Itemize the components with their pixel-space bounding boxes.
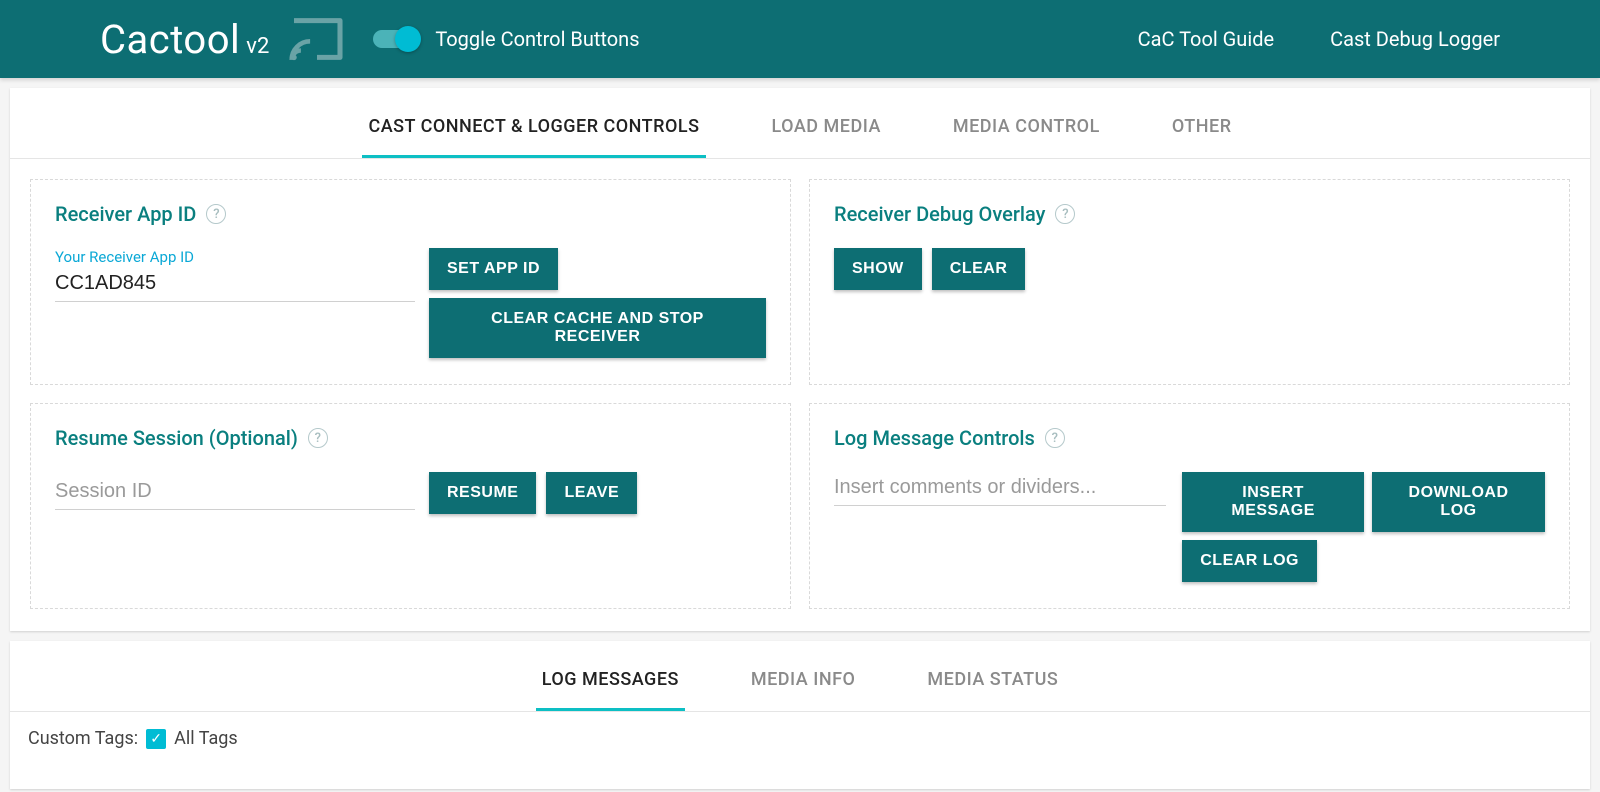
tab-media-control[interactable]: MEDIA CONTROL — [947, 106, 1106, 158]
log-message-input[interactable] — [834, 472, 1166, 506]
lower-panel: LOG MESSAGES MEDIA INFO MEDIA STATUS Cus… — [10, 641, 1590, 789]
card-title: Receiver Debug Overlay ? — [834, 202, 1545, 226]
main-tabs: CAST CONNECT & LOGGER CONTROLS LOAD MEDI… — [10, 88, 1590, 159]
all-tags-label: All Tags — [174, 728, 238, 749]
help-icon[interactable]: ? — [1045, 428, 1065, 448]
title-text: Receiver App ID — [55, 202, 196, 226]
logo: Cactool v2 — [100, 16, 269, 63]
help-icon[interactable]: ? — [308, 428, 328, 448]
card-debug-overlay: Receiver Debug Overlay ? SHOW CLEAR — [809, 179, 1570, 385]
field-label: Your Receiver App ID — [55, 248, 415, 266]
cards-area: Receiver App ID ? Your Receiver App ID S… — [10, 159, 1590, 631]
logo-text: Cactool — [100, 16, 240, 63]
main-panel: CAST CONNECT & LOGGER CONTROLS LOAD MEDI… — [10, 88, 1590, 631]
session-id-input[interactable] — [55, 476, 415, 510]
card-title: Receiver App ID ? — [55, 202, 766, 226]
card-log-controls: Log Message Controls ? INSERT MESSAGE DO… — [809, 403, 1570, 609]
custom-tags-label: Custom Tags: — [28, 728, 138, 749]
tab-log-messages[interactable]: LOG MESSAGES — [536, 659, 685, 711]
toggle-control-buttons[interactable]: Toggle Control Buttons — [373, 27, 639, 51]
title-text: Receiver Debug Overlay — [834, 202, 1045, 226]
header-links: CaC Tool Guide Cast Debug Logger — [1138, 27, 1560, 51]
toggle-switch[interactable] — [373, 30, 417, 48]
logo-version: v2 — [246, 34, 269, 59]
clear-overlay-button[interactable]: CLEAR — [932, 248, 1026, 290]
insert-message-button[interactable]: INSERT MESSAGE — [1182, 472, 1364, 532]
tab-other[interactable]: OTHER — [1166, 106, 1238, 158]
lower-tabs: LOG MESSAGES MEDIA INFO MEDIA STATUS — [10, 641, 1590, 712]
tab-media-info[interactable]: MEDIA INFO — [745, 659, 862, 711]
clear-log-button[interactable]: CLEAR LOG — [1182, 540, 1317, 582]
toggle-label: Toggle Control Buttons — [435, 27, 639, 51]
link-guide[interactable]: CaC Tool Guide — [1138, 27, 1274, 51]
show-overlay-button[interactable]: SHOW — [834, 248, 922, 290]
set-app-id-button[interactable]: SET APP ID — [429, 248, 558, 290]
receiver-app-id-input[interactable] — [55, 268, 415, 302]
card-title: Resume Session (Optional) ? — [55, 426, 766, 450]
app-header: Cactool v2 Toggle Control Buttons CaC To… — [0, 0, 1600, 78]
card-receiver-app-id: Receiver App ID ? Your Receiver App ID S… — [30, 179, 791, 385]
tab-media-status[interactable]: MEDIA STATUS — [921, 659, 1064, 711]
title-text: Resume Session (Optional) — [55, 426, 298, 450]
all-tags-checkbox[interactable]: ✓ — [146, 729, 166, 749]
leave-button[interactable]: LEAVE — [546, 472, 637, 514]
download-log-button[interactable]: DOWNLOAD LOG — [1372, 472, 1545, 532]
cast-icon[interactable] — [289, 16, 345, 62]
title-text: Log Message Controls — [834, 426, 1035, 450]
link-debug-logger[interactable]: Cast Debug Logger — [1330, 27, 1500, 51]
custom-tags-row: Custom Tags: ✓ All Tags — [10, 712, 1590, 789]
resume-button[interactable]: RESUME — [429, 472, 536, 514]
toggle-knob — [395, 26, 421, 52]
help-icon[interactable]: ? — [206, 204, 226, 224]
card-resume-session: Resume Session (Optional) ? RESUME LEAVE — [30, 403, 791, 609]
card-title: Log Message Controls ? — [834, 426, 1545, 450]
tab-cast-connect[interactable]: CAST CONNECT & LOGGER CONTROLS — [362, 106, 705, 158]
help-icon[interactable]: ? — [1055, 204, 1075, 224]
tab-load-media[interactable]: LOAD MEDIA — [766, 106, 887, 158]
clear-cache-button[interactable]: CLEAR CACHE AND STOP RECEIVER — [429, 298, 766, 358]
